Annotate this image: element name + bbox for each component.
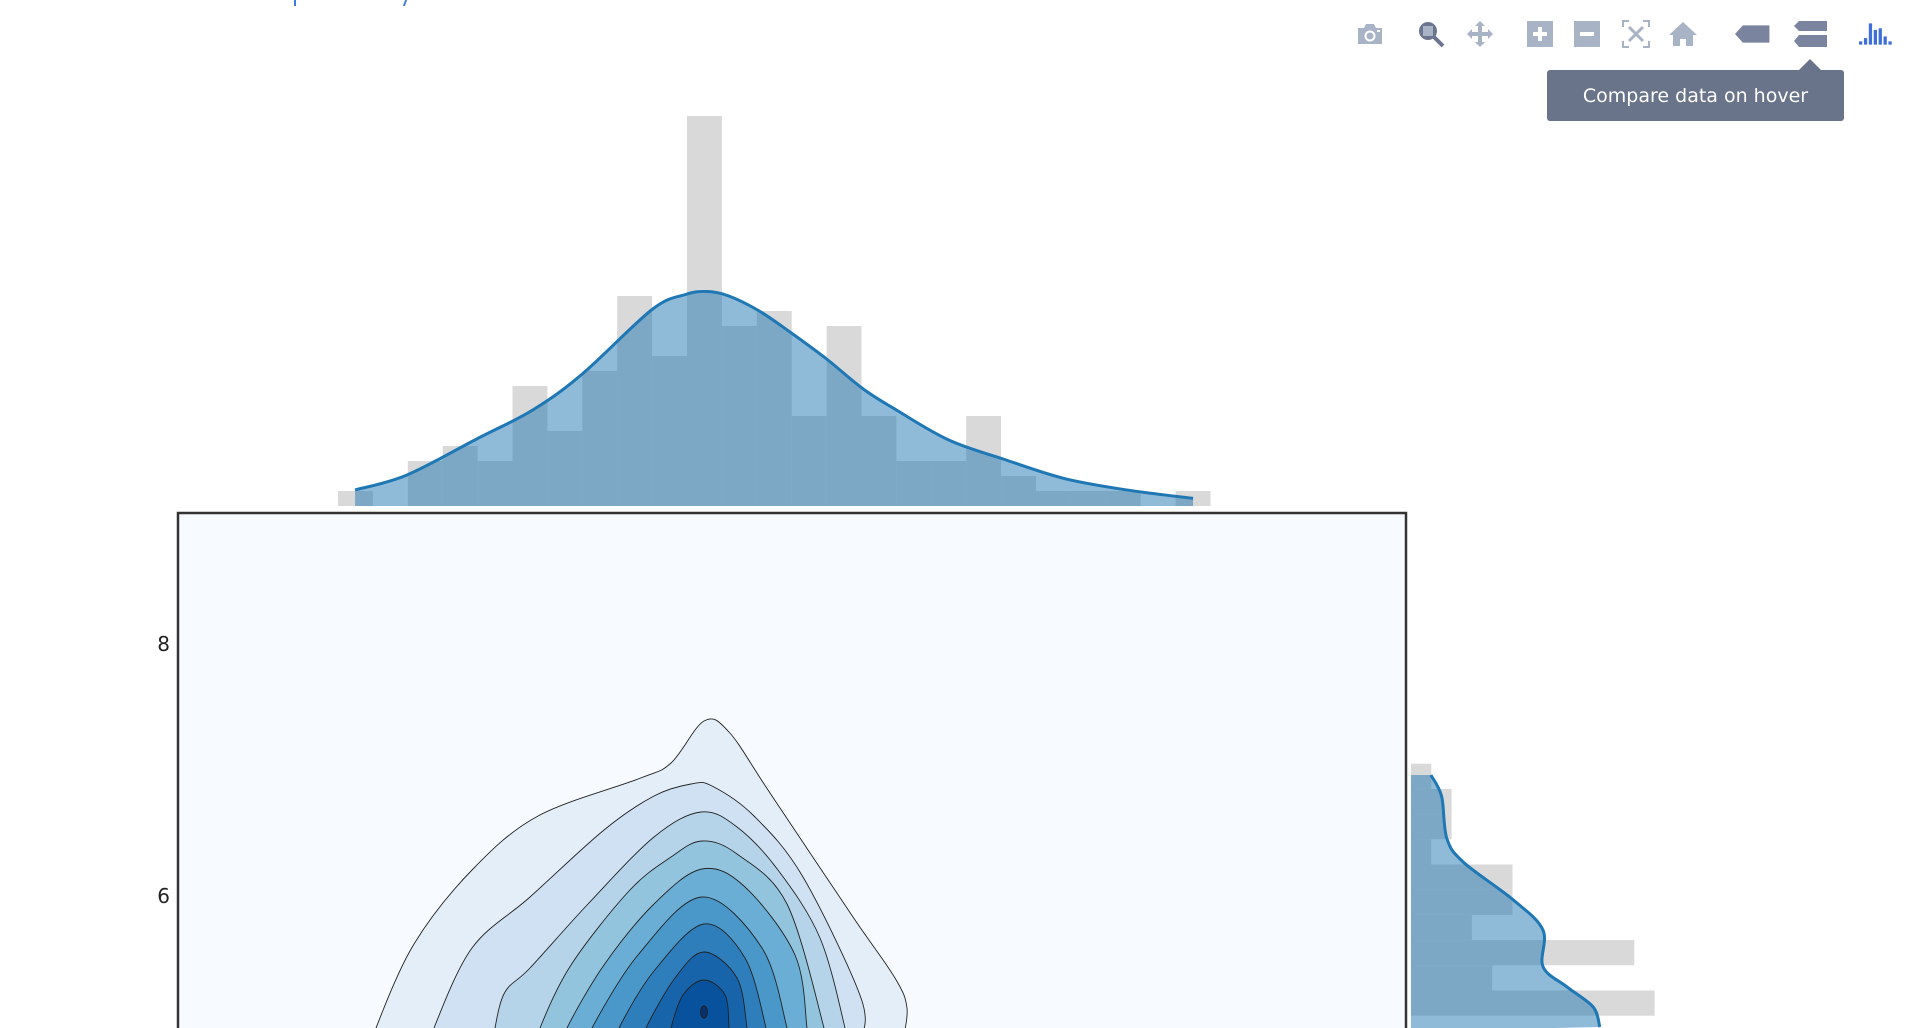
plot-area[interactable] <box>0 0 1908 1028</box>
tooltip-arrow <box>1799 59 1821 70</box>
y-tick-label: 6 <box>157 884 170 908</box>
zoom-in-button[interactable] <box>1522 16 1558 52</box>
y-tick-label: 8 <box>157 632 170 656</box>
contour-peak <box>700 1005 708 1019</box>
zoom-in-icon <box>1527 21 1553 47</box>
plotly-logo-icon <box>1859 23 1892 45</box>
zoom-out-button[interactable] <box>1569 16 1605 52</box>
home-icon <box>1669 22 1697 46</box>
kde-fill <box>355 291 1194 506</box>
compare-data-icon <box>1794 21 1827 47</box>
show-closest-data-icon <box>1735 25 1770 43</box>
zoom-out-icon <box>1574 21 1600 47</box>
reset-axes-button[interactable] <box>1665 16 1701 52</box>
download-plot-button[interactable] <box>1352 16 1388 52</box>
modebar-tooltip: Compare data on hover <box>1547 70 1844 121</box>
show-closest-data-button[interactable] <box>1735 16 1771 52</box>
camera-icon <box>1358 24 1382 44</box>
modebar-toolbar <box>0 16 1908 56</box>
zoom-button[interactable] <box>1413 16 1449 52</box>
autoscale-icon <box>1622 20 1650 48</box>
pan-icon <box>1467 21 1493 47</box>
autoscale-button[interactable] <box>1618 16 1654 52</box>
plotly-logo-link[interactable] <box>1859 16 1895 52</box>
right-marginal-kde <box>1411 774 1602 1028</box>
zoom-icon <box>1419 22 1445 48</box>
compare-data-button[interactable] <box>1792 16 1828 52</box>
pan-button[interactable] <box>1462 16 1498 52</box>
top-marginal-kde <box>354 289 1194 506</box>
